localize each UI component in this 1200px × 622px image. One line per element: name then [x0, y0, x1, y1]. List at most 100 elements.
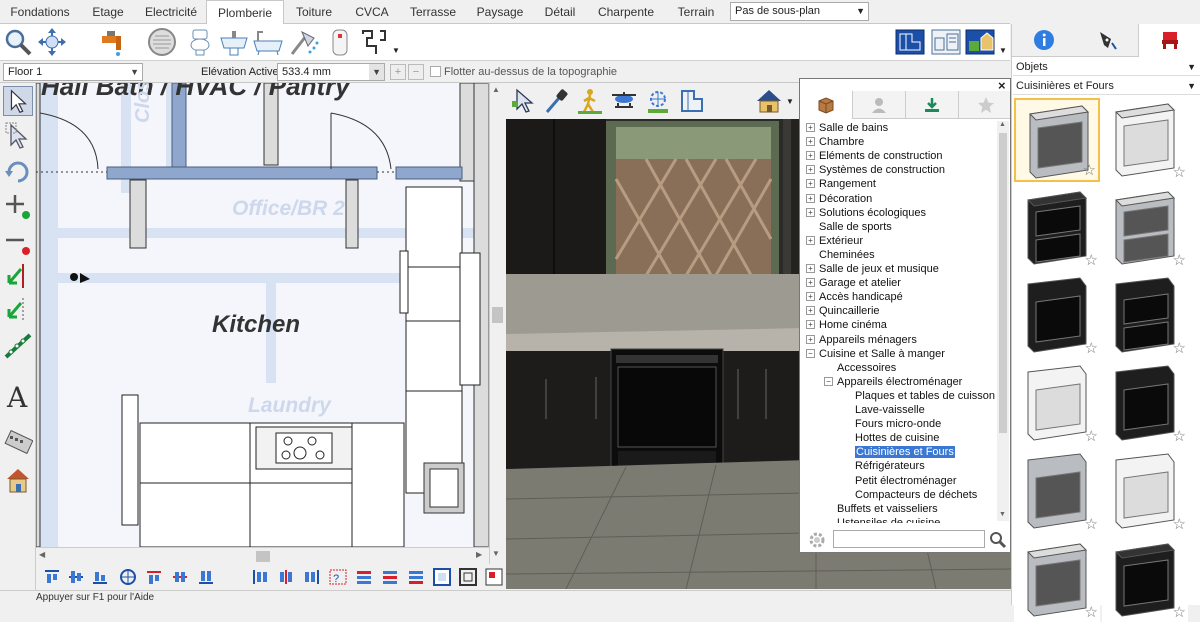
tab-terrain[interactable]: Terrain — [666, 0, 726, 24]
expand-icon[interactable]: + — [806, 123, 815, 132]
expand-icon[interactable]: + — [806, 264, 815, 273]
expand-icon[interactable]: + — [806, 292, 815, 302]
tree-item[interactable]: + Garage et atelier — [806, 276, 901, 290]
plan-vscroll-thumb[interactable] — [492, 307, 503, 323]
walkthrough-icon[interactable] — [576, 87, 604, 115]
collapse-icon[interactable]: − — [806, 348, 815, 358]
flyover-icon[interactable] — [610, 87, 638, 115]
shower-icon[interactable] — [288, 26, 320, 58]
library-search-input[interactable] — [833, 530, 985, 548]
favorite-star-icon[interactable]: ☆ — [1173, 339, 1186, 357]
scroll-right-icon[interactable]: ▶ — [476, 550, 482, 559]
tree-item[interactable]: − Cuisine et Salle à manger — [806, 347, 945, 361]
tab-electricite[interactable]: Electricité — [136, 0, 206, 24]
tree-item[interactable]: + Home cinéma — [806, 318, 887, 332]
add-point-icon[interactable] — [3, 191, 33, 221]
catalog-item-range-steel[interactable]: ☆ — [1014, 98, 1100, 182]
expand-icon[interactable]: + — [806, 179, 815, 189]
space-bottom-icon[interactable] — [406, 567, 426, 587]
align-baseline-icon[interactable] — [196, 567, 216, 587]
tree-item[interactable]: Hottes de cuisine — [842, 431, 939, 445]
tree-item[interactable]: Accessoires — [824, 361, 896, 375]
library-tree-scrollbar[interactable]: ▲ ▼ — [997, 121, 1009, 521]
catalog-item-cooktop-range-steel[interactable]: ☆ — [1014, 538, 1100, 622]
gear-icon[interactable] — [808, 531, 826, 549]
tree-item[interactable]: + Rangement — [806, 177, 876, 191]
select-objects-icon[interactable] — [3, 121, 33, 151]
eyedropper-icon[interactable] — [542, 87, 570, 115]
pan-hand-icon[interactable] — [36, 26, 68, 58]
catalog-item-wall-oven-steel[interactable]: ☆ — [1014, 450, 1100, 534]
favorite-star-icon[interactable]: ☆ — [1085, 515, 1098, 533]
tab-etage[interactable]: Etage — [80, 0, 136, 24]
favorite-star-icon[interactable]: ☆ — [1173, 515, 1186, 533]
catalog-item-range-steel-double[interactable]: ☆ — [1102, 186, 1188, 270]
scroll-down-icon[interactable]: ▼ — [492, 549, 500, 558]
favorite-star-icon[interactable]: ☆ — [1085, 339, 1098, 357]
toilet-icon[interactable] — [184, 26, 216, 58]
tree-item[interactable]: Petit électroménager — [842, 474, 957, 488]
expand-icon[interactable]: + — [806, 137, 815, 147]
tab-library-catalog[interactable] — [800, 91, 853, 119]
float-terrain-checkbox[interactable] — [430, 66, 441, 77]
floor-plan-view[interactable]: Hall Bath / HVAC / Pantry Office/BR 2 Ki… — [36, 83, 489, 547]
sub-plan-select[interactable]: Pas de sous-plan ▼ — [730, 2, 869, 21]
catalog-item-wall-oven-black-single[interactable]: ☆ — [1102, 362, 1188, 446]
plan-horizontal-scrollbar[interactable]: ◀ ▶ — [36, 547, 489, 564]
distribute-horizontal-icon[interactable]: ? — [328, 567, 348, 587]
plan-camera-icon[interactable] — [678, 87, 706, 115]
catalog-category-select[interactable]: Cuisinières et Fours ▼ — [1013, 77, 1200, 95]
nested-frame-icon[interactable] — [458, 567, 478, 587]
more-tools-chevron-icon[interactable]: ▼ — [392, 46, 400, 55]
floor-plan-view-icon[interactable] — [894, 26, 926, 58]
catalog-item-range-white[interactable]: ☆ — [1102, 98, 1188, 182]
tree-item[interactable]: + Extérieur — [806, 234, 863, 248]
tree-item[interactable]: Fours micro-onde — [842, 417, 941, 431]
faucet-icon[interactable] — [98, 26, 130, 58]
view-options-chevron-icon[interactable]: ▼ — [999, 46, 1007, 55]
tree-item[interactable]: Cuisinières et Fours — [842, 445, 955, 459]
tree-item[interactable]: + Salle de bains — [806, 121, 888, 135]
tab-terrasse[interactable]: Terrasse — [400, 0, 466, 24]
tree-item[interactable]: + Chambre — [806, 135, 864, 149]
elevation-input[interactable]: 533.4 mm ▼ — [277, 63, 385, 81]
tab-library-user[interactable] — [853, 91, 906, 119]
camera-film-icon[interactable] — [3, 427, 33, 457]
center-icon[interactable] — [118, 567, 138, 587]
tree-item[interactable]: Réfrigérateurs — [842, 459, 925, 473]
expand-icon[interactable]: + — [806, 151, 815, 161]
tab-toiture[interactable]: Toiture — [284, 0, 344, 24]
tree-item[interactable]: + Accès handicapé — [806, 290, 903, 304]
favorite-star-icon[interactable]: ☆ — [1173, 163, 1186, 181]
tree-item[interactable]: + Décoration — [806, 192, 872, 206]
favorite-star-icon[interactable]: ☆ — [1085, 251, 1098, 269]
favorite-star-icon[interactable]: ☆ — [1085, 427, 1098, 445]
expand-icon[interactable]: + — [806, 278, 815, 288]
3d-view-icon[interactable] — [964, 26, 996, 58]
scroll-up-icon[interactable]: ▲ — [999, 121, 1006, 128]
elevation-plus-button[interactable]: + — [390, 64, 406, 80]
distribute-icon[interactable] — [170, 567, 190, 587]
expand-icon[interactable]: + — [806, 334, 815, 344]
catalog-item-wall-oven-white[interactable]: ☆ — [1014, 362, 1100, 446]
catalog-item-cooktop-range-black[interactable]: ☆ — [1102, 538, 1188, 622]
house-library-icon[interactable] — [3, 465, 33, 495]
transform-icon[interactable] — [3, 331, 33, 361]
tree-item[interactable]: Salle de sports — [806, 220, 892, 234]
expand-icon[interactable]: + — [806, 320, 815, 330]
sink-icon[interactable] — [218, 26, 250, 58]
tab-library-favorites[interactable] — [959, 91, 1012, 119]
elevation-minus-button[interactable]: − — [408, 64, 424, 80]
tab-fondations[interactable]: Fondations — [0, 0, 80, 24]
align-top-icon[interactable] — [42, 567, 62, 587]
tree-item[interactable]: + Appareils ménagers — [806, 333, 917, 347]
align-bottom-icon[interactable] — [90, 567, 110, 587]
group-frame-icon[interactable] — [432, 567, 452, 587]
floor-select[interactable]: Floor 1 ▼ — [3, 63, 143, 81]
text-icon[interactable]: A — [3, 381, 33, 411]
favorite-star-icon[interactable]: ☆ — [1083, 161, 1096, 179]
tree-item[interactable]: Ustensiles de cuisine — [824, 516, 940, 523]
align-left-icon[interactable] — [250, 567, 270, 587]
render-options-chevron-icon[interactable]: ▼ — [786, 97, 794, 106]
tab-library-downloads[interactable] — [906, 91, 959, 119]
